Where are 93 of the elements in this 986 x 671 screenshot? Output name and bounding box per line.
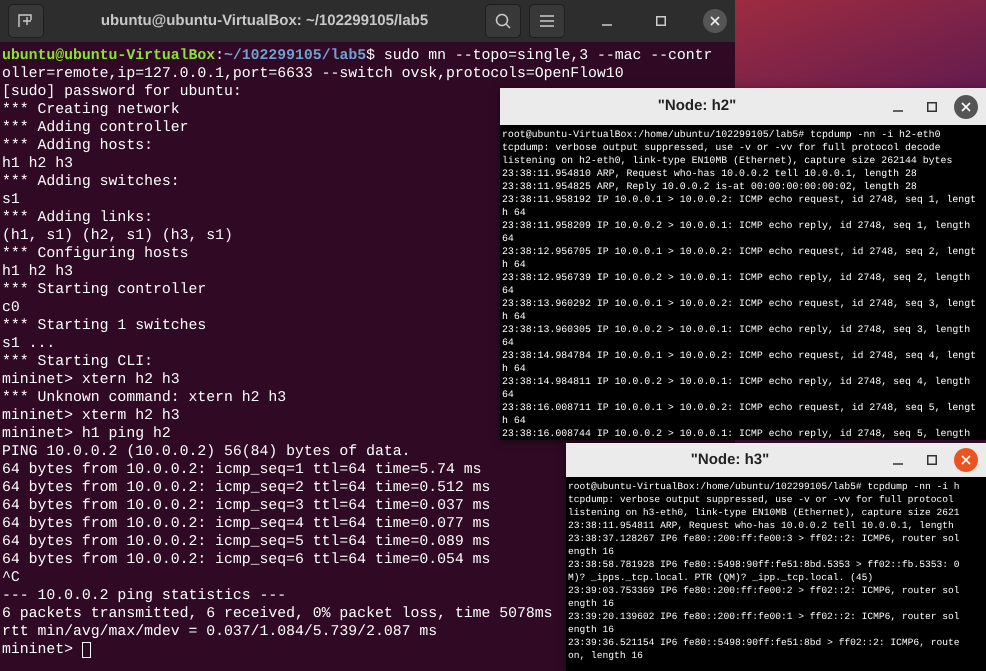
terminal-line: mininet> [2, 641, 74, 659]
output-line: 64 [502, 232, 514, 245]
terminal-line: mininet> h1 ping h2 [2, 425, 171, 443]
cursor-icon [82, 642, 92, 658]
output-line: h 64 [502, 206, 526, 219]
terminal-line: s1 [2, 191, 20, 209]
output-line: tcpdump: verbose output suppressed, use -v or -vv for full protocol [568, 493, 954, 506]
terminal-line: 64 bytes from 10.0.0.2: icmp_seq=4 ttl=64 time=0.077 ms [2, 515, 490, 533]
terminal-line: ^C [2, 569, 20, 587]
terminal-line: mininet> xterm h2 h3 [2, 407, 180, 425]
terminal-line: 64 bytes from 10.0.0.2: icmp_seq=1 ttl=64 time=5.74 ms [2, 461, 482, 479]
output-line: ength 16 [568, 597, 614, 610]
maximize-icon [927, 455, 937, 465]
maximize-icon [927, 102, 937, 112]
maximize-icon [656, 16, 666, 26]
output-line: h 64 [502, 310, 526, 323]
close-button[interactable] [954, 94, 978, 118]
terminal-line: h1 h2 h3 [2, 155, 74, 173]
output-line: 23:38:16.008711 IP 10.0.0.1 > 10.0.0.2: ICMP echo request, id 2748, seq 5, lengt [502, 401, 976, 414]
terminal-line: *** Starting 1 switches [2, 317, 206, 335]
close-icon [961, 455, 971, 465]
close-icon [961, 102, 971, 112]
terminal-line: 6 packets transmitted, 6 received, 0% packet loss, time 5078ms [2, 605, 553, 623]
output-line: 64 [502, 336, 514, 349]
output-line: root@ubuntu-VirtualBox:/home/ubuntu/102299105/lab5# tcpdump -nn -i h2-eth0 [502, 128, 941, 141]
terminal-line: *** Unknown command: xtern h2 h3 [2, 389, 286, 407]
output-line: 23:38:13.960292 IP 10.0.0.1 > 10.0.0.2: ICMP echo request, id 2748, seq 3, lengt [502, 297, 976, 310]
window-title: "Node: h2" [656, 96, 738, 116]
terminal-line: [sudo] password for ubuntu: [2, 83, 242, 101]
output-line: 64 [502, 284, 514, 297]
terminal-line: --- 10.0.0.2 ping statistics --- [2, 587, 286, 605]
window-title: "Node: h3" [690, 450, 770, 470]
terminal-line: *** Creating network [2, 101, 180, 119]
output-line: 23:38:13.960305 IP 10.0.0.2 > 10.0.0.1: ICMP echo reply, id 2748, seq 3, length [502, 323, 970, 336]
terminal-line: mininet> xtern h2 h3 [2, 371, 180, 389]
output-line: h 64 [502, 414, 526, 427]
output-line: root@ubuntu-VirtualBox:/home/ubuntu/102299105/lab5# tcpdump -nn -i h [568, 480, 960, 493]
close-button[interactable] [703, 9, 727, 33]
terminal-line: s1 ... [2, 335, 56, 353]
terminal-line: ubuntu@ubuntu-VirtualBox:~/102299105/lab5$ sudo mn --topo=single,3 --mac --contr [2, 47, 712, 65]
terminal-line: PING 10.0.0.2 (10.0.0.2) 56(84) bytes of data. [2, 443, 410, 461]
search-icon [495, 13, 511, 29]
output-line: 23:38:16.008744 IP 10.0.0.2 > 10.0.0.1: ICMP echo reply, id 2748, seq 5, length [502, 427, 970, 440]
terminal-line: *** Adding controller [2, 119, 188, 137]
output-line: 23:38:58.781928 IP6 fe80::5498:90ff:fe51:8bd.5353 > ff02::fb.5353: 0 [568, 558, 960, 571]
output-line: tcpdump: verbose output suppressed, use -v or -vv for full protocol decode [502, 141, 941, 154]
output-line: 23:38:12.956705 IP 10.0.0.1 > 10.0.0.2: ICMP echo request, id 2748, seq 2, lengt [502, 245, 976, 258]
output-line: h 64 [502, 258, 526, 271]
output-line: 23:38:12.956739 IP 10.0.0.2 > 10.0.0.1: ICMP echo reply, id 2748, seq 2, length [502, 271, 970, 284]
terminal-line: 64 bytes from 10.0.0.2: icmp_seq=6 ttl=64 time=0.054 ms [2, 551, 490, 569]
output-line: 23:39:20.139602 IP6 fe80::200:ff:fe00:1 > ff02::2: ICMP6, router sol [568, 610, 960, 623]
output-line: 23:38:11.958192 IP 10.0.0.1 > 10.0.0.2: ICMP echo request, id 2748, seq 1, lengt [502, 193, 976, 206]
output-line: 23:38:11.954810 ARP, Request who-has 10.0.0.2 tell 10.0.0.1, length 28 [502, 167, 917, 180]
terminal-line: 64 bytes from 10.0.0.2: icmp_seq=2 ttl=64 time=0.512 ms [2, 479, 490, 497]
menu-button[interactable] [529, 4, 565, 38]
search-button[interactable] [485, 4, 521, 38]
terminal-line: *** Starting CLI: [2, 353, 153, 371]
menu-icon [540, 15, 554, 27]
minimize-icon [893, 463, 903, 465]
terminal-line: h1 h2 h3 [2, 263, 74, 281]
terminal-line: c0 [2, 299, 20, 317]
output-line: ength 16 [568, 545, 614, 558]
terminal-line: *** Adding switches: [2, 173, 180, 191]
terminal-line: oller=remote,ip=127.0.0.1,port=6633 --switch ovsk,protocols=OpenFlow10 [2, 65, 624, 83]
new-tab-button[interactable] [8, 4, 44, 38]
output-line: 23:38:14.984811 IP 10.0.0.2 > 10.0.0.1: ICMP echo reply, id 2748, seq 4, length [502, 375, 970, 388]
output-line: ength 16 [568, 623, 614, 636]
minimize-icon [602, 24, 612, 26]
terminal-line: rtt min/avg/max/mdev = 0.037/1.084/5.739/2.087 ms [2, 623, 438, 641]
output-line: listening on h2-eth0, link-type EN10MB (Ethernet), capture size 262144 bytes [502, 154, 952, 167]
close-icon [710, 16, 720, 26]
output-line: 23:38:11.954825 ARP, Reply 10.0.0.2 is-at 00:00:00:00:00:02, length 28 [502, 180, 917, 193]
window-title: ubuntu@ubuntu-VirtualBox: ~/102299105/lab5 [100, 10, 430, 31]
output-line: 23:39:03.753369 IP6 fe80::200:ff:fe00:2 > ff02::2: ICMP6, router sol [568, 584, 960, 597]
new-tab-icon [18, 14, 34, 28]
output-line: 23:38:11.954811 ARP, Request who-has 10.0.0.2 tell 10.0.0.1, length [568, 519, 954, 532]
minimize-icon [893, 110, 903, 112]
output-line: 23:38:37.128267 IP6 fe80::200:ff:fe00:3 > ff02::2: ICMP6, router sol [568, 532, 960, 545]
output-line: h 64 [502, 362, 526, 375]
terminal-line: (h1, s1) (h2, s1) (h3, s1) [2, 227, 233, 245]
output-line: 64 [502, 388, 514, 401]
terminal-line: *** Configuring hosts [2, 245, 188, 263]
output-line: M)? _ipps._tcp.local. PTR (QM)? _ipp._tcp.local. (45) [568, 571, 874, 584]
output-line: listening on h3-eth0, link-type EN10MB (Ethernet), capture size 2621 [568, 506, 960, 519]
terminal-line: *** Adding hosts: [2, 137, 153, 155]
terminal-line: *** Adding links: [2, 209, 153, 227]
output-line: 23:38:14.984784 IP 10.0.0.1 > 10.0.0.2: ICMP echo request, id 2748, seq 4, lengt [502, 349, 976, 362]
output-line: 23:39:36.521154 IP6 fe80::5498:90ff:fe51:8bd > ff02::2: ICMP6, route [568, 636, 960, 649]
terminal-line: 64 bytes from 10.0.0.2: icmp_seq=5 ttl=64 time=0.089 ms [2, 533, 490, 551]
terminal-line: 64 bytes from 10.0.0.2: icmp_seq=3 ttl=64 time=0.037 ms [2, 497, 490, 515]
output-line: on, length 16 [568, 649, 643, 662]
terminal-line: *** Starting controller [2, 281, 206, 299]
output-line: 23:38:11.958209 IP 10.0.0.2 > 10.0.0.1: ICMP echo reply, id 2748, seq 1, length [502, 219, 970, 232]
